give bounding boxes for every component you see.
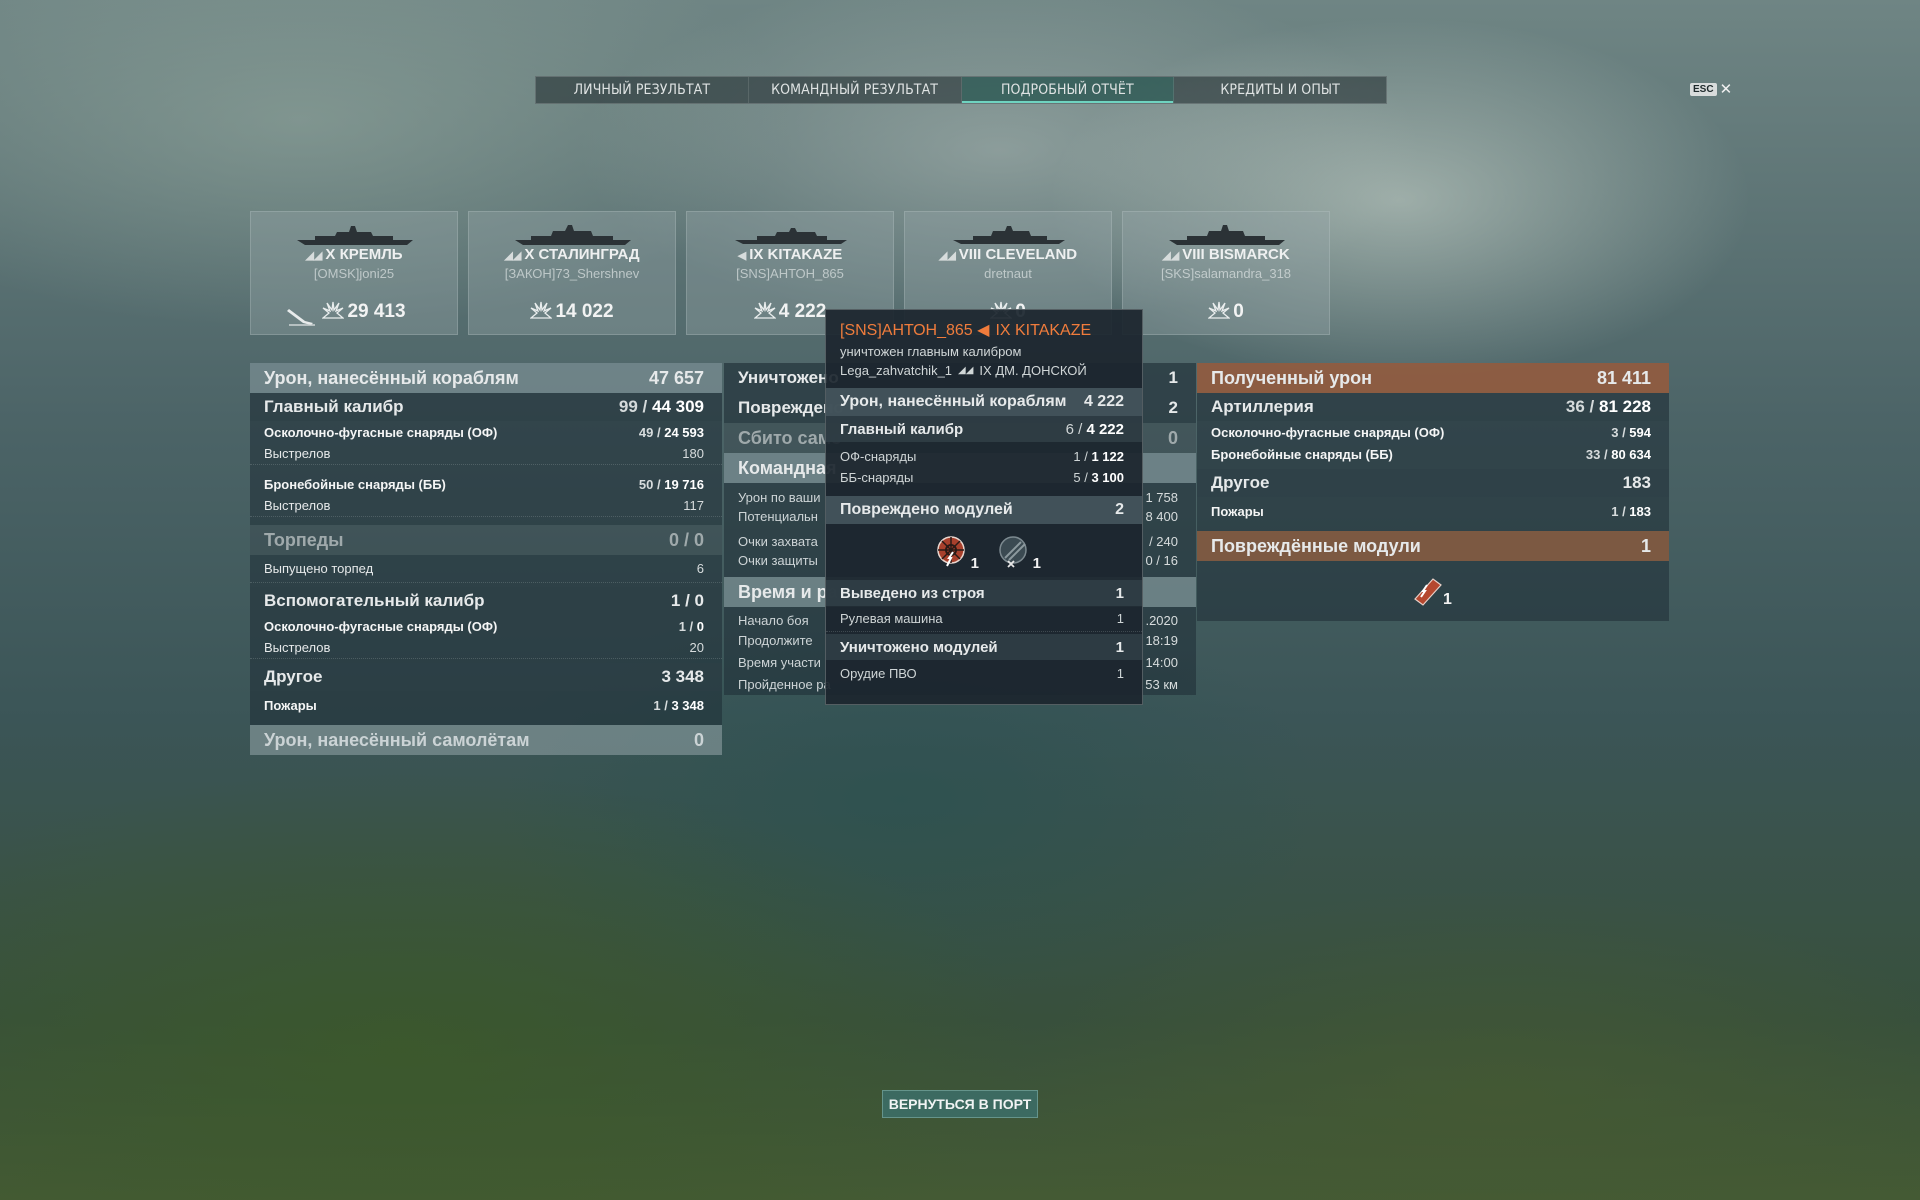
ship-name: KITAKAZE (767, 246, 843, 263)
artillery-header: Артиллерия 36 / 81 228 (1197, 393, 1669, 421)
damaged-modules-header: Повреждённые модули 1 (1197, 531, 1669, 561)
ship-damage: 29 413 (347, 301, 406, 322)
killer-name: Lega_zahvatchik_1 (840, 363, 953, 378)
damage-dealt-header: Урон, нанесённый кораблям 47 657 (250, 363, 722, 393)
tab-credits-xp[interactable]: КРЕДИТЫ И ОПЫТ (1174, 77, 1386, 103)
battleship-silhouette-icon (1169, 225, 1285, 245)
ship-card[interactable]: ◢◢ X СТАЛИНГРАД [ЗАКОН]73_Shershnev 14 02… (468, 211, 676, 335)
damaged-modules-area: 1 (1197, 561, 1669, 621)
damage-burst-icon (1207, 300, 1231, 326)
stat-row: Бронебойные снаряды (ББ) 50 / 19 716 (250, 465, 722, 495)
battlecruiser-silhouette-icon (515, 225, 631, 245)
stat-row: Выстрелов 20 (250, 637, 722, 659)
tooltip-main-battery: Главный калибр 6 / 4 222 (826, 416, 1142, 442)
damage-burst-icon (321, 300, 346, 326)
torpedo-tube-module-icon (1414, 578, 1442, 606)
stat-row: Выстрелов 180 (250, 443, 722, 465)
tooltip-row: ББ-снаряды 5 / 3 100 (840, 470, 1124, 485)
tooltip-row: Рулевая машина 1 (826, 606, 1142, 632)
tab-detailed-report[interactable]: ПОДРОБНЫЙ ОТЧЁТ (961, 77, 1175, 103)
ship-tier: VIII (1182, 246, 1205, 263)
ship-card[interactable]: ◢◢ VIII BISMARCK [SKS]salamandra_318 0 (1122, 211, 1330, 335)
tab-bar: ЛИЧНЫЙ РЕЗУЛЬТАТ КОМАНДНЫЙ РЕЗУЛЬТАТ ПОД… (535, 76, 1387, 104)
ship-tier: X (325, 246, 336, 263)
stat-row: Осколочно-фугасные снаряды (ОФ) 1 / 0 (250, 615, 722, 637)
secondary-header: Вспомогательный калибр 1 / 0 (250, 587, 722, 615)
ship-class-icon: ◢◢ (938, 250, 956, 262)
received-damage-header: Полученный урон 81 411 (1197, 363, 1669, 393)
killer-ship: IX ДМ. ДОНСКОЙ (979, 363, 1087, 378)
ship-damage: 0 (1233, 301, 1244, 322)
stat-row: Пожары 1 / 183 (1197, 497, 1669, 525)
player-name: [ЗАКОН]73_Shershnev (504, 266, 640, 281)
ship-tier: X (524, 246, 535, 263)
close-icon[interactable]: ✕ (1720, 80, 1733, 98)
module-count: 1 (1443, 591, 1452, 608)
stat-row: Осколочно-фугасные снаряды (ОФ) 49 / 24 5… (250, 421, 722, 443)
ship-class-icon: ◢◢ (1162, 250, 1180, 262)
plane-damage-header: Урон, нанесённый самолётам 0 (250, 725, 722, 755)
tooltip-modules: 1 1 (826, 524, 1142, 580)
ship-name: BISMARCK (1208, 246, 1290, 263)
ship-damage: 4 222 (778, 301, 827, 322)
ship-damage: 14 022 (555, 301, 614, 322)
damage-burst-icon (529, 300, 554, 326)
stat-row: Осколочно-фугасные снаряды (ОФ) 3 / 594 (1197, 421, 1669, 443)
aa-gun-module-icon: 1 (995, 532, 1041, 572)
tooltip-player: [SNS]АНТОН_865 (840, 322, 973, 339)
torpedoes-header: Торпеды 0 / 0 (250, 525, 722, 555)
return-to-port-button[interactable]: ВЕРНУТЬСЯ В ПОРТ (882, 1090, 1038, 1118)
battleship-silhouette-icon (297, 226, 413, 245)
ship-class-icon: ◀ (737, 250, 747, 262)
ship-tier: VIII (958, 246, 982, 263)
player-name: [SNS]АНТОН_865 (736, 266, 844, 281)
ship-class-icon: ◢◢ (504, 250, 522, 262)
ship-class-icon: ◢◢ (305, 250, 323, 262)
steering-gear-module-icon: 1 (933, 532, 979, 572)
tooltip-row: Орудие ПВО 1 (840, 665, 1124, 681)
player-name: [SKS]salamandra_318 (1160, 266, 1292, 281)
received-damage-panel: Полученный урон 81 411 Артиллерия 36 / 81 … (1197, 363, 1669, 621)
stat-row: Пожары 1 / 3 348 (250, 691, 722, 719)
tooltip-destroyed-modules: Уничтожено модулей 1 (826, 634, 1142, 660)
module-count: 1 (1032, 555, 1041, 572)
player-name: dretnaut (984, 266, 1032, 281)
ship-cards: ◢◢ X КРЕМЛЬ [OMSK]joni25 29 413 ◢◢ X СТАЛИ… (250, 211, 1330, 335)
damage-dealt-panel: Урон, нанесённый кораблям 47 657 Главный … (250, 363, 722, 755)
ship-name: СТАЛИНГРАД (538, 246, 640, 263)
ship-name: CLEVELAND (985, 246, 1078, 263)
tab-team-result[interactable]: КОМАНДНЫЙ РЕЗУЛЬТАТ (749, 77, 962, 103)
ship-card[interactable]: ◢◢ X КРЕМЛЬ [OMSK]joni25 29 413 (250, 211, 458, 335)
destroyer-class-icon: ◀ (977, 322, 990, 339)
stat-row: Бронебойные снаряды (ББ) 33 / 80 634 (1197, 443, 1669, 465)
cruiser-silhouette-icon (953, 226, 1065, 244)
cruiser-class-icon: ◢◢ (958, 365, 974, 376)
esc-key-label: ESC (1690, 82, 1717, 96)
ship-tier: IX (749, 246, 764, 263)
ship-name: КРЕМЛЬ (339, 246, 403, 263)
tooltip-ship: IX KITAKAZE (995, 322, 1092, 339)
tooltip-damage-header: Урон, нанесённый кораблям 4 222 (826, 388, 1142, 416)
tab-personal-result[interactable]: ЛИЧНЫЙ РЕЗУЛЬТАТ (536, 77, 749, 103)
tooltip-row: ОФ-снаряды 1 / 1 122 (840, 449, 1124, 464)
damage-burst-icon (752, 300, 777, 326)
other-header: Другое 3 348 (250, 663, 722, 691)
other-received-header: Другое 183 (1197, 469, 1669, 497)
player-name: [OMSK]joni25 (313, 266, 395, 281)
death-cause: уничтожен главным калибром (840, 344, 1022, 359)
tooltip-modules-header: Повреждено модулей 2 (826, 496, 1142, 524)
stat-row: Выпущено торпед 6 (250, 555, 722, 583)
stat-row: Выстрелов 117 (250, 495, 722, 517)
main-battery-header: Главный калибр 99 / 44 309 (250, 393, 722, 421)
close-button[interactable]: ESC ✕ (1690, 80, 1732, 98)
ship-detail-tooltip: [SNS]АНТОН_865 ◀ IX KITAKAZE уничтожен гл… (825, 309, 1143, 705)
destroyer-silhouette-icon (735, 228, 847, 244)
module-count: 1 (970, 555, 979, 572)
tooltip-incapacitated: Выведено из строя 1 (826, 580, 1142, 606)
